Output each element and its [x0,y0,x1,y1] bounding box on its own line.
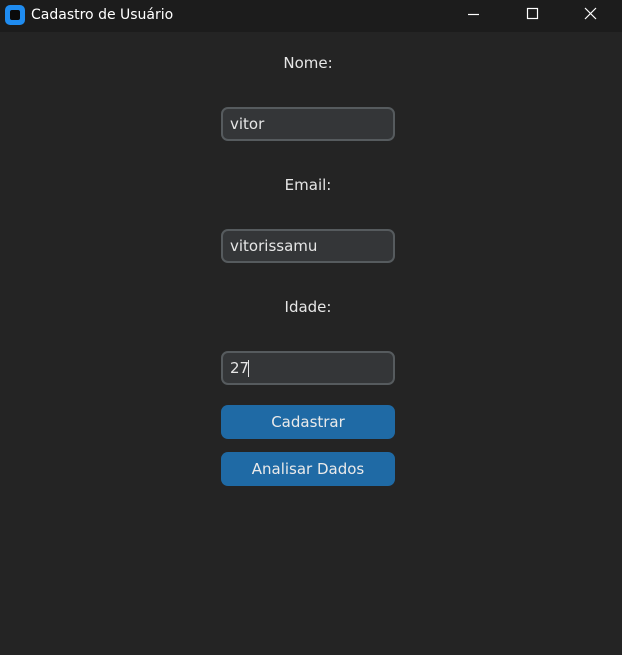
minimize-button[interactable] [445,0,503,30]
minimize-icon [468,13,479,16]
cadastrar-button[interactable]: Cadastrar [221,405,395,439]
maximize-button[interactable] [503,0,561,30]
email-field[interactable] [221,229,395,263]
idade-label: Idade: [284,298,332,316]
email-input[interactable] [230,231,386,261]
app-icon [5,5,25,25]
nome-label: Nome: [283,54,333,72]
text-cursor [248,360,249,377]
idade-field[interactable] [221,351,395,385]
nome-input[interactable] [230,109,386,139]
close-icon [584,7,597,20]
idade-input[interactable] [230,353,386,383]
app-window: Cadastro de Usuário Nome: Email: Idade: [0,0,622,655]
analisar-dados-button[interactable]: Analisar Dados [221,452,395,486]
window-title: Cadastro de Usuário [31,7,174,23]
nome-field[interactable] [221,107,395,141]
close-button[interactable] [561,0,619,30]
email-label: Email: [284,176,332,194]
title-bar[interactable]: Cadastro de Usuário [0,0,622,32]
maximize-icon [526,7,539,20]
